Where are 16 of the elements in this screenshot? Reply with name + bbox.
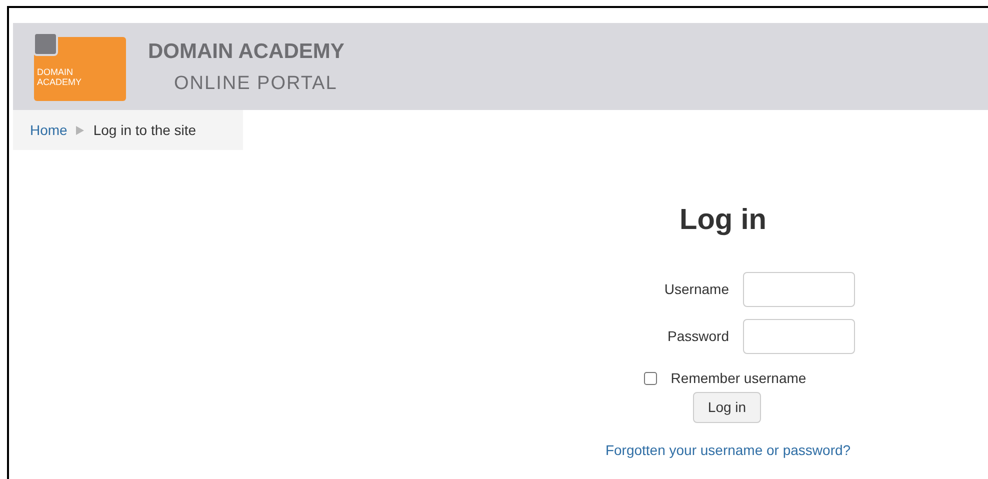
login-button[interactable]: Log in bbox=[692, 392, 762, 423]
site-subtitle: ONLINE PORTAL bbox=[174, 72, 338, 94]
logo-icon bbox=[34, 32, 126, 100]
input-field[interactable] bbox=[743, 319, 855, 354]
breadcrumb-link[interactable]: Home bbox=[30, 120, 68, 140]
forgot-password-link[interactable]: Forgotten your username or password? bbox=[605, 440, 851, 461]
field-label: Username bbox=[663, 280, 729, 299]
breadcrumb-current: Log in to the site bbox=[93, 120, 196, 140]
remember-label: Remember username bbox=[670, 369, 806, 388]
input-field[interactable] bbox=[743, 272, 855, 307]
separator-icon bbox=[76, 126, 84, 134]
site-title: DOMAIN ACADEMY bbox=[148, 38, 344, 64]
field-label: Password bbox=[666, 327, 729, 346]
logo-text: DOMAIN ACADEMY bbox=[37, 66, 82, 86]
remember-checkbox[interactable] bbox=[644, 372, 657, 385]
login-title: Log in bbox=[680, 203, 766, 237]
